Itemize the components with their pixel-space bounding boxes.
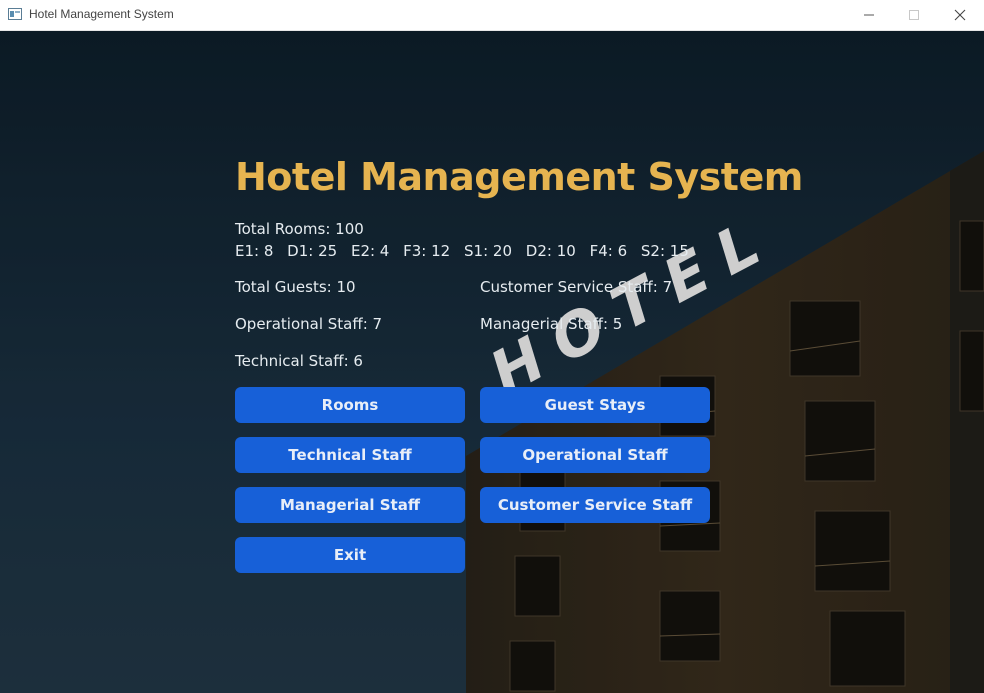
room-type-count: F4: 6 <box>589 242 628 260</box>
room-type-count: S2: 15 <box>640 242 689 260</box>
window-title: Hotel Management System <box>29 7 174 21</box>
customer-service-staff-button[interactable]: Customer Service Staff <box>480 487 710 523</box>
customer-service-staff-count: Customer Service Staff: 7 <box>480 278 673 296</box>
room-type-count: E1: 8 <box>235 242 274 260</box>
guest-stays-button[interactable]: Guest Stays <box>480 387 710 423</box>
managerial-staff-count: Managerial Staff: 5 <box>480 315 623 333</box>
room-type-count: S1: 20 <box>464 242 512 260</box>
technical-staff-button[interactable]: Technical Staff <box>235 437 465 473</box>
window-titlebar: Hotel Management System <box>0 0 984 31</box>
maximize-button[interactable] <box>891 0 937 30</box>
room-type-count: E2: 4 <box>350 242 390 260</box>
app-window-icon <box>8 8 22 20</box>
close-button[interactable] <box>937 0 983 30</box>
managerial-staff-button[interactable]: Managerial Staff <box>235 487 465 523</box>
total-guests-label: Total Guests: 10 <box>235 278 356 296</box>
page-title: Hotel Management System <box>235 155 803 199</box>
main-window-content: HOTEL Hotel Management System Total Room… <box>0 31 984 693</box>
operational-staff-button[interactable]: Operational Staff <box>480 437 710 473</box>
operational-staff-count: Operational Staff: 7 <box>235 315 383 333</box>
minimize-button[interactable] <box>846 0 892 30</box>
rooms-button[interactable]: Rooms <box>235 387 465 423</box>
background-dim-overlay <box>0 31 984 693</box>
minimize-icon <box>864 14 874 16</box>
exit-button[interactable]: Exit <box>235 537 465 573</box>
maximize-icon <box>909 10 919 20</box>
room-type-count: F3: 12 <box>403 242 451 260</box>
technical-staff-count: Technical Staff: 6 <box>235 352 363 370</box>
total-rooms-label: Total Rooms: 100 <box>235 220 364 238</box>
close-icon <box>954 9 966 21</box>
room-type-count: D1: 25 <box>287 242 338 260</box>
room-type-count: D2: 10 <box>525 242 576 260</box>
room-type-counts: E1: 8 D1: 25 E2: 4 F3: 12 S1: 20 D2: 10 … <box>235 242 698 260</box>
